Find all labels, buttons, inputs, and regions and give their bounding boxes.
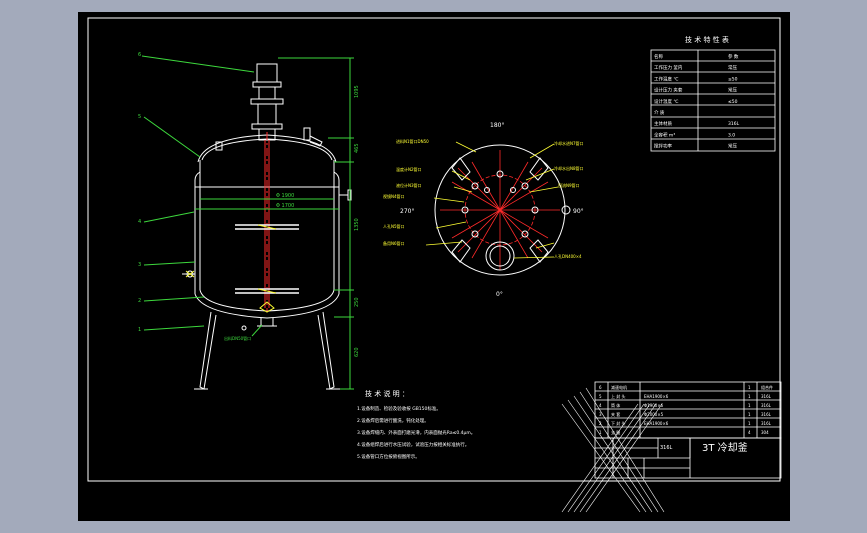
agitator xyxy=(264,132,270,312)
nozzle-label-n4: 视镜N4管口 xyxy=(383,193,405,199)
parts-cell-qty: 4 xyxy=(748,430,751,435)
tech-row-value: 常压 xyxy=(728,87,737,94)
parts-cell-name: 夹 套 xyxy=(611,411,620,417)
top-view-centerlines xyxy=(440,150,560,270)
tech-row-value: 常压 xyxy=(728,143,737,150)
parts-cell-spec: EHA1900×6 xyxy=(644,421,669,426)
dim-1095: 1095 xyxy=(354,85,360,98)
drawing-title: 3T 冷却釜 xyxy=(702,441,748,454)
note-line-2: 2.设备焊后需进行酸洗，钝化处理。 xyxy=(357,417,429,424)
parts-cell-spec: Φ2000×5 xyxy=(644,412,664,417)
parts-cell-name: 筒 体 xyxy=(611,402,620,408)
tech-row-name: 工作温度 ℃ xyxy=(654,75,678,82)
parts-cell-no: 1 xyxy=(599,430,602,435)
motor-body xyxy=(256,63,278,83)
tech-row-value: 3.0 xyxy=(728,132,735,138)
dim-1350: 1350 xyxy=(354,218,360,231)
dim-250: 250 xyxy=(354,297,360,307)
tech-row-value: ≤50 xyxy=(728,76,738,82)
callout-6: 6 xyxy=(138,52,141,58)
dim-dia-inner: Φ 1700 xyxy=(276,203,294,209)
cad-drawing: 1095 465 1350 250 620 Φ 1900 Φ 1700 6 5 … xyxy=(87,17,782,513)
parts-cell-mat: 组合件 xyxy=(761,384,773,390)
parts-cell-qty: 1 xyxy=(748,385,751,390)
note-line-4: 4.设备组焊后进行水压试验，试验压力按相关标准执行。 xyxy=(357,441,469,448)
callout-5: 5 xyxy=(138,114,141,120)
parts-cell-name: 下 封 头 xyxy=(611,420,626,426)
angle-0: 0° xyxy=(496,291,503,298)
nozzle-label-n1: 进料N1管口DN50 xyxy=(396,138,429,144)
tech-row-value: 316L xyxy=(728,121,740,127)
parts-cell-spec: Φ1900×6 xyxy=(644,403,664,408)
angle-270: 270° xyxy=(400,208,414,215)
tech-row-name: 设计温度 ℃ xyxy=(654,98,678,105)
note-line-1: 1.设备制造、检验及验收按 GB150标准。 xyxy=(357,405,441,412)
tech-table: 技 术 特 性 表 名称参 数工作压力 釜内 常压工作温度 ℃ ≤50设计压力 夹套… xyxy=(650,35,776,152)
outlet-label: 出料DN50管口 xyxy=(224,335,251,341)
parts-cell-qty: 1 xyxy=(748,421,751,426)
parts-cell-name: 减速电机 xyxy=(611,384,627,390)
parts-cell-mat: 316L xyxy=(761,412,772,417)
notes-title: 技 术 说 明 ： xyxy=(365,389,409,398)
nozzle-label-n5: 人孔N5管口 xyxy=(383,223,405,229)
tech-row-name: 设计压力 夹套 xyxy=(654,87,683,94)
tech-row-name: 介 质 xyxy=(654,109,665,116)
parts-cell-mat: 316L xyxy=(761,394,772,399)
drawing-sheet: 1095 465 1350 250 620 Φ 1900 Φ 1700 6 5 … xyxy=(78,12,790,521)
parts-cell-no: 5 xyxy=(599,394,602,399)
tech-row-name: 主体材质 xyxy=(654,120,672,127)
parts-cell-mat: 316L xyxy=(761,421,772,426)
nozzle-label-n6: 备用N6管口 xyxy=(383,240,405,246)
nozzle-label-n3: 液位计N3管口 xyxy=(396,182,422,188)
nozzle-label-n8: 冷却水出N8管口 xyxy=(554,165,584,171)
parts-cell-spec: EHA1900×6 xyxy=(644,394,669,399)
title-block: 316L 3T 冷却釜 xyxy=(594,437,782,479)
parts-cell-qty: 1 xyxy=(748,403,751,408)
parts-cell-qty: 1 xyxy=(748,412,751,417)
callout-1: 1 xyxy=(138,327,141,333)
nozzle-label-n9: 回流N9管口 xyxy=(558,182,580,188)
callout-2: 2 xyxy=(138,298,141,304)
parts-cell-no: 4 xyxy=(599,403,602,408)
tech-row-name: 工作压力 釜内 xyxy=(654,64,683,71)
tech-row-value: ≤50 xyxy=(728,99,738,105)
angle-180: 180° xyxy=(490,122,504,129)
note-line-3: 3.设备焊缝内、外表面打磨光滑，内表面抛光Ra≤0.4μm。 xyxy=(357,429,475,436)
note-line-5: 5.设备管口方位按俯视图所示。 xyxy=(357,453,420,460)
tech-row-name: 搅拌功率 xyxy=(654,143,672,150)
title-material: 316L xyxy=(660,445,673,451)
nozzle-label-n2: 温度计N2管口 xyxy=(396,166,422,172)
tech-row-value: 常压 xyxy=(728,64,737,71)
tech-notes: 技 术 说 明 ： 1.设备制造、检验及验收按 GB150标准。 2.设备焊后需… xyxy=(357,389,475,460)
tech-row-name: 全容积 m³ xyxy=(654,131,675,138)
parts-cell-mat: 316L xyxy=(761,403,772,408)
angle-90: 90° xyxy=(573,208,584,215)
parts-list: 6 减速电机 1 组合件 5 上 封 头 EHA1900×6 1 316L 4 筒 体 Φ1900×6… xyxy=(594,381,782,439)
tech-table-title: 技 术 特 性 表 xyxy=(685,35,729,44)
parts-cell-name: 上 封 头 xyxy=(611,393,626,399)
callout-4: 4 xyxy=(138,219,141,225)
callout-3: 3 xyxy=(138,262,141,268)
dim-465: 465 xyxy=(354,143,360,153)
nozzle-label-n7: 冷却水进N7管口 xyxy=(554,140,584,146)
top-view: 180° 90° 0° 270° 进料N1管口DN50 温度计N2管口 液位计N… xyxy=(383,122,584,298)
parts-cell-qty: 1 xyxy=(748,394,751,399)
dim-dia-outer: Φ 1900 xyxy=(276,193,294,199)
tech-row-value: 参 数 xyxy=(728,53,739,60)
dim-620: 620 xyxy=(354,347,360,357)
parts-cell-no: 6 xyxy=(599,385,602,390)
dimension-labels: 1095 465 1350 250 620 Φ 1900 Φ 1700 6 5 … xyxy=(138,52,360,357)
parts-cell-mat: 304 xyxy=(761,430,769,435)
nozzle-label-manhole: 人孔DN400×4 xyxy=(554,253,582,259)
parts-cell-name: 支 腿 xyxy=(611,429,620,435)
tech-row-name: 名称 xyxy=(654,53,663,60)
